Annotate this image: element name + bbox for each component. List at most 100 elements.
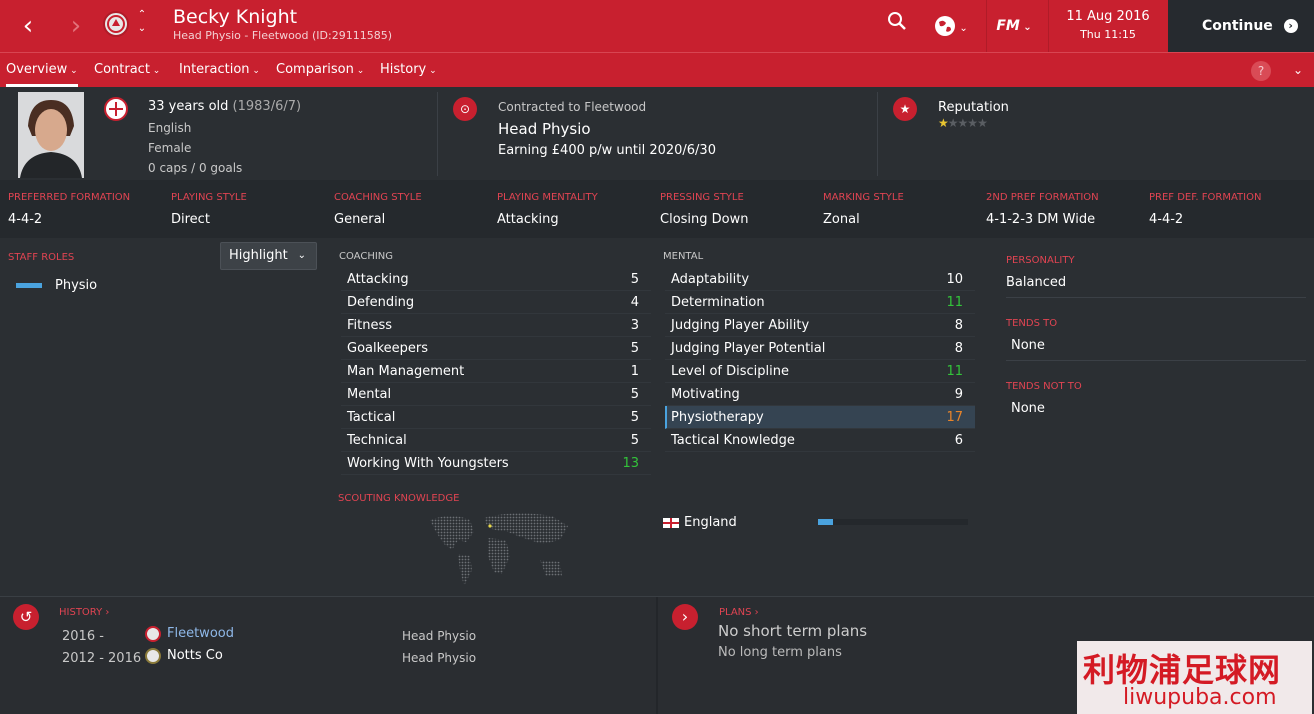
attribute-name: Working With Youngsters — [347, 456, 509, 471]
history-role: Head Physio — [402, 651, 477, 665]
attribute-name: Technical — [347, 433, 407, 448]
search-icon[interactable] — [884, 10, 910, 42]
attribute-value: 5 — [630, 433, 639, 448]
menu-expand-icon[interactable]: ⌄ — [1293, 53, 1303, 87]
attribute-value: 8 — [954, 318, 963, 333]
caps-text: 0 caps / 0 goals — [148, 161, 243, 175]
england-flag-icon — [104, 97, 128, 121]
watermark: 利物浦足球网 liwupuba.com — [1077, 641, 1312, 714]
personality-value: Balanced — [1006, 275, 1067, 290]
attribute-name: Fitness — [347, 318, 393, 333]
attribute-value: 11 — [946, 364, 963, 379]
attribute-name: Tactical — [347, 410, 396, 425]
tab-contract[interactable]: Contract ⌄ — [94, 53, 160, 87]
plans-heading[interactable]: PLANS › — [719, 607, 759, 618]
attribute-value: 5 — [630, 410, 639, 425]
style-value: 4-4-2 — [8, 212, 43, 227]
forward-arrow-icon[interactable]: › — [64, 12, 88, 40]
style-label: MARKING STYLE — [823, 192, 904, 203]
attribute-value: 3 — [630, 318, 639, 333]
reputation-stars: ★★★★★ — [938, 116, 988, 130]
club-crest-icon — [145, 626, 161, 642]
star-icon: ★ — [947, 116, 959, 130]
style-value: 4-4-2 — [1149, 212, 1184, 227]
attribute-name: Defending — [347, 295, 415, 310]
attribute-value: 17 — [946, 410, 963, 425]
staff-subtitle: Head Physio - Fleetwood (ID:29111585) — [173, 29, 393, 42]
tab-interaction[interactable]: Interaction ⌄ — [179, 53, 260, 87]
personality-heading: PERSONALITY — [1006, 255, 1075, 266]
attribute-name: Attacking — [347, 272, 409, 287]
attribute-name: Goalkeepers — [347, 341, 429, 356]
age-text: 33 years old — [148, 99, 229, 114]
style-strip — [0, 180, 1314, 238]
style-label: PREFERRED FORMATION — [8, 192, 131, 203]
history-club[interactable]: Notts Co — [167, 648, 223, 663]
fm-menu-button[interactable]: FM ⌄ — [990, 10, 1038, 42]
nationality-text: English — [148, 121, 192, 135]
date-text: 11 Aug 2016 — [1066, 9, 1150, 24]
plans-arrow-icon[interactable]: › — [672, 604, 698, 630]
long-term-plans: No long term plans — [718, 645, 842, 660]
coaching-heading: COACHING — [339, 251, 394, 262]
attribute-value: 5 — [630, 341, 639, 356]
contract-label: Contracted to Fleetwood — [498, 100, 647, 114]
style-label: PLAYING STYLE — [171, 192, 247, 203]
attribute-value: 13 — [622, 456, 639, 471]
dob-text: (1983/6/7) — [232, 99, 302, 114]
attribute-name: Adaptability — [671, 272, 750, 287]
attribute-name: Level of Discipline — [671, 364, 789, 379]
globe-icon[interactable]: ⌄ — [928, 10, 974, 42]
staff-photo — [18, 92, 84, 178]
history-role: Head Physio — [402, 629, 477, 643]
scouting-heading: SCOUTING KNOWLEDGE — [338, 493, 460, 504]
scouting-country: England — [684, 515, 737, 530]
history-heading[interactable]: HISTORY › — [59, 607, 109, 618]
knowledge-bar — [818, 519, 968, 525]
knowledge-bar-fill — [818, 519, 833, 525]
style-value: Closing Down — [660, 212, 749, 227]
attribute-value: 1 — [630, 364, 639, 379]
world-map — [422, 510, 572, 594]
back-arrow-icon[interactable]: ‹ — [16, 12, 40, 40]
highlight-dropdown[interactable]: Highlight ⌄ — [220, 242, 317, 270]
attribute-name: Physiotherapy — [671, 410, 764, 425]
attribute-value: 10 — [946, 272, 963, 287]
star-icon: ★ — [957, 116, 969, 130]
club-badge-icon — [103, 11, 129, 37]
watermark-url: liwupuba.com — [1123, 685, 1277, 710]
style-label: PLAYING MENTALITY — [497, 192, 598, 203]
attribute-name: Man Management — [347, 364, 465, 379]
style-value: Zonal — [823, 212, 860, 227]
tab-overview[interactable]: Overview ⌄ — [6, 53, 78, 87]
tends-to-heading: TENDS TO — [1006, 318, 1058, 329]
role-physio[interactable]: Physio — [55, 274, 97, 297]
attribute-name: Judging Player Potential — [671, 341, 826, 356]
attribute-value: 4 — [630, 295, 639, 310]
style-label: COACHING STYLE — [334, 192, 422, 203]
role-color-bar — [16, 283, 42, 288]
history-years: 2012 - 2016 — [62, 651, 142, 666]
attribute-value: 5 — [630, 272, 639, 287]
star-icon: ★ — [977, 116, 988, 130]
role-title: Head Physio — [498, 120, 591, 138]
attribute-name: Determination — [671, 295, 765, 310]
top-bar: ‹ › ⌃ ⌄ Becky Knight Head Physio - Fleetw… — [0, 0, 1314, 52]
attribute-value: 8 — [954, 341, 963, 356]
history-club[interactable]: Fleetwood — [167, 626, 234, 641]
earning-text: Earning £400 p/w until 2020/6/30 — [498, 143, 716, 158]
attribute-name: Judging Player Ability — [671, 318, 810, 333]
tends-not-heading: TENDS NOT TO — [1006, 381, 1082, 392]
reputation-star-icon: ★ — [893, 97, 917, 121]
continue-button[interactable]: Continue › — [1168, 0, 1314, 52]
history-years: 2016 - — [62, 629, 104, 644]
short-term-plans: No short term plans — [718, 622, 868, 640]
tab-comparison[interactable]: Comparison ⌄ — [276, 53, 364, 87]
tab-history[interactable]: History ⌄ — [380, 53, 437, 87]
england-flag-icon — [663, 518, 679, 528]
help-icon[interactable]: ? — [1251, 61, 1271, 81]
style-value: Direct — [171, 212, 210, 227]
chevron-down-icon: ⌄ — [297, 250, 306, 261]
player-switch-icon[interactable]: ⌃ ⌄ — [136, 8, 148, 36]
tends-to-value: None — [1011, 338, 1045, 353]
